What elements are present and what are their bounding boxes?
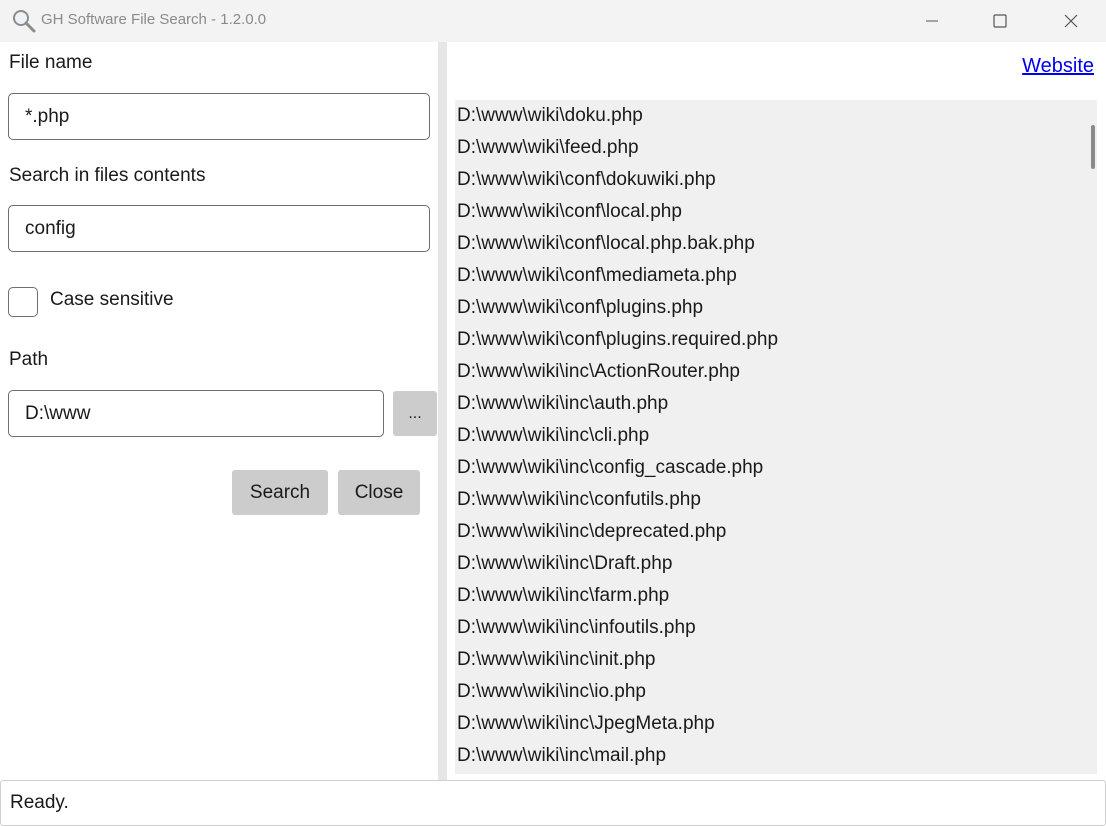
browse-button[interactable]: ...: [393, 391, 437, 436]
window-title: GH Software File Search - 1.2.0.0: [41, 11, 267, 28]
search-button[interactable]: Search: [232, 470, 328, 515]
results-panel: Website D:\www\wiki\doku.php D:\www\wiki\…: [447, 42, 1106, 780]
minimize-button[interactable]: [909, 0, 955, 42]
minimize-icon: [926, 20, 938, 22]
close-icon: [1064, 14, 1078, 28]
contents-input[interactable]: config: [8, 205, 430, 252]
magnifier-icon: [13, 10, 36, 33]
result-item[interactable]: D:\www\wiki\conf\dokuwiki.php: [455, 164, 1097, 196]
maximize-button[interactable]: [977, 0, 1023, 42]
result-item[interactable]: D:\www\wiki\conf\plugins.php: [455, 292, 1097, 324]
result-item[interactable]: D:\www\wiki\doku.php: [455, 100, 1097, 132]
result-item[interactable]: D:\www\wiki\conf\plugins.required.php: [455, 324, 1097, 356]
case-sensitive-label[interactable]: Case sensitive: [50, 289, 174, 311]
contents-label: Search in files contents: [9, 165, 206, 186]
result-item[interactable]: D:\www\wiki\inc\deprecated.php: [455, 516, 1097, 548]
result-item[interactable]: D:\www\wiki\feed.php: [455, 132, 1097, 164]
maximize-icon: [993, 14, 1007, 28]
result-item[interactable]: D:\www\wiki\inc\ActionRouter.php: [455, 356, 1097, 388]
status-text: Ready.: [10, 792, 69, 813]
results-list[interactable]: D:\www\wiki\doku.php D:\www\wiki\feed.php…: [455, 100, 1097, 774]
result-item[interactable]: D:\www\wiki\inc\farm.php: [455, 580, 1097, 612]
result-item[interactable]: D:\www\wiki\inc\config_cascade.php: [455, 452, 1097, 484]
path-input[interactable]: D:\www: [8, 390, 384, 437]
file-name-input[interactable]: *.php: [8, 93, 430, 140]
result-item[interactable]: D:\www\wiki\conf\mediameta.php: [455, 260, 1097, 292]
search-form-panel: File name *.php Search in files contents…: [0, 42, 438, 780]
title-bar: GH Software File Search - 1.2.0.0: [0, 0, 1106, 42]
result-item[interactable]: D:\www\wiki\inc\auth.php: [455, 388, 1097, 420]
result-item[interactable]: D:\www\wiki\conf\local.php.bak.php: [455, 228, 1097, 260]
website-link[interactable]: Website: [1022, 55, 1094, 78]
results-scrollbar[interactable]: [1091, 125, 1095, 169]
status-bar: Ready.: [0, 780, 1106, 826]
pane-splitter[interactable]: [438, 42, 447, 780]
result-item[interactable]: D:\www\wiki\inc\init.php: [455, 644, 1097, 676]
result-item[interactable]: D:\www\wiki\conf\local.php: [455, 196, 1097, 228]
result-item[interactable]: D:\www\wiki\inc\confutils.php: [455, 484, 1097, 516]
result-item[interactable]: D:\www\wiki\inc\Draft.php: [455, 548, 1097, 580]
path-label: Path: [9, 349, 49, 370]
result-item[interactable]: D:\www\wiki\inc\infoutils.php: [455, 612, 1097, 644]
close-button[interactable]: Close: [338, 470, 420, 515]
case-sensitive-checkbox[interactable]: [8, 287, 38, 317]
close-window-button[interactable]: [1048, 0, 1094, 42]
result-item[interactable]: D:\www\wiki\inc\cli.php: [455, 420, 1097, 452]
result-item[interactable]: D:\www\wiki\inc\mail.php: [455, 740, 1097, 772]
result-item[interactable]: D:\www\wiki\inc\io.php: [455, 676, 1097, 708]
file-name-label: File name: [9, 52, 93, 73]
result-item[interactable]: D:\www\wiki\inc\JpegMeta.php: [455, 708, 1097, 740]
